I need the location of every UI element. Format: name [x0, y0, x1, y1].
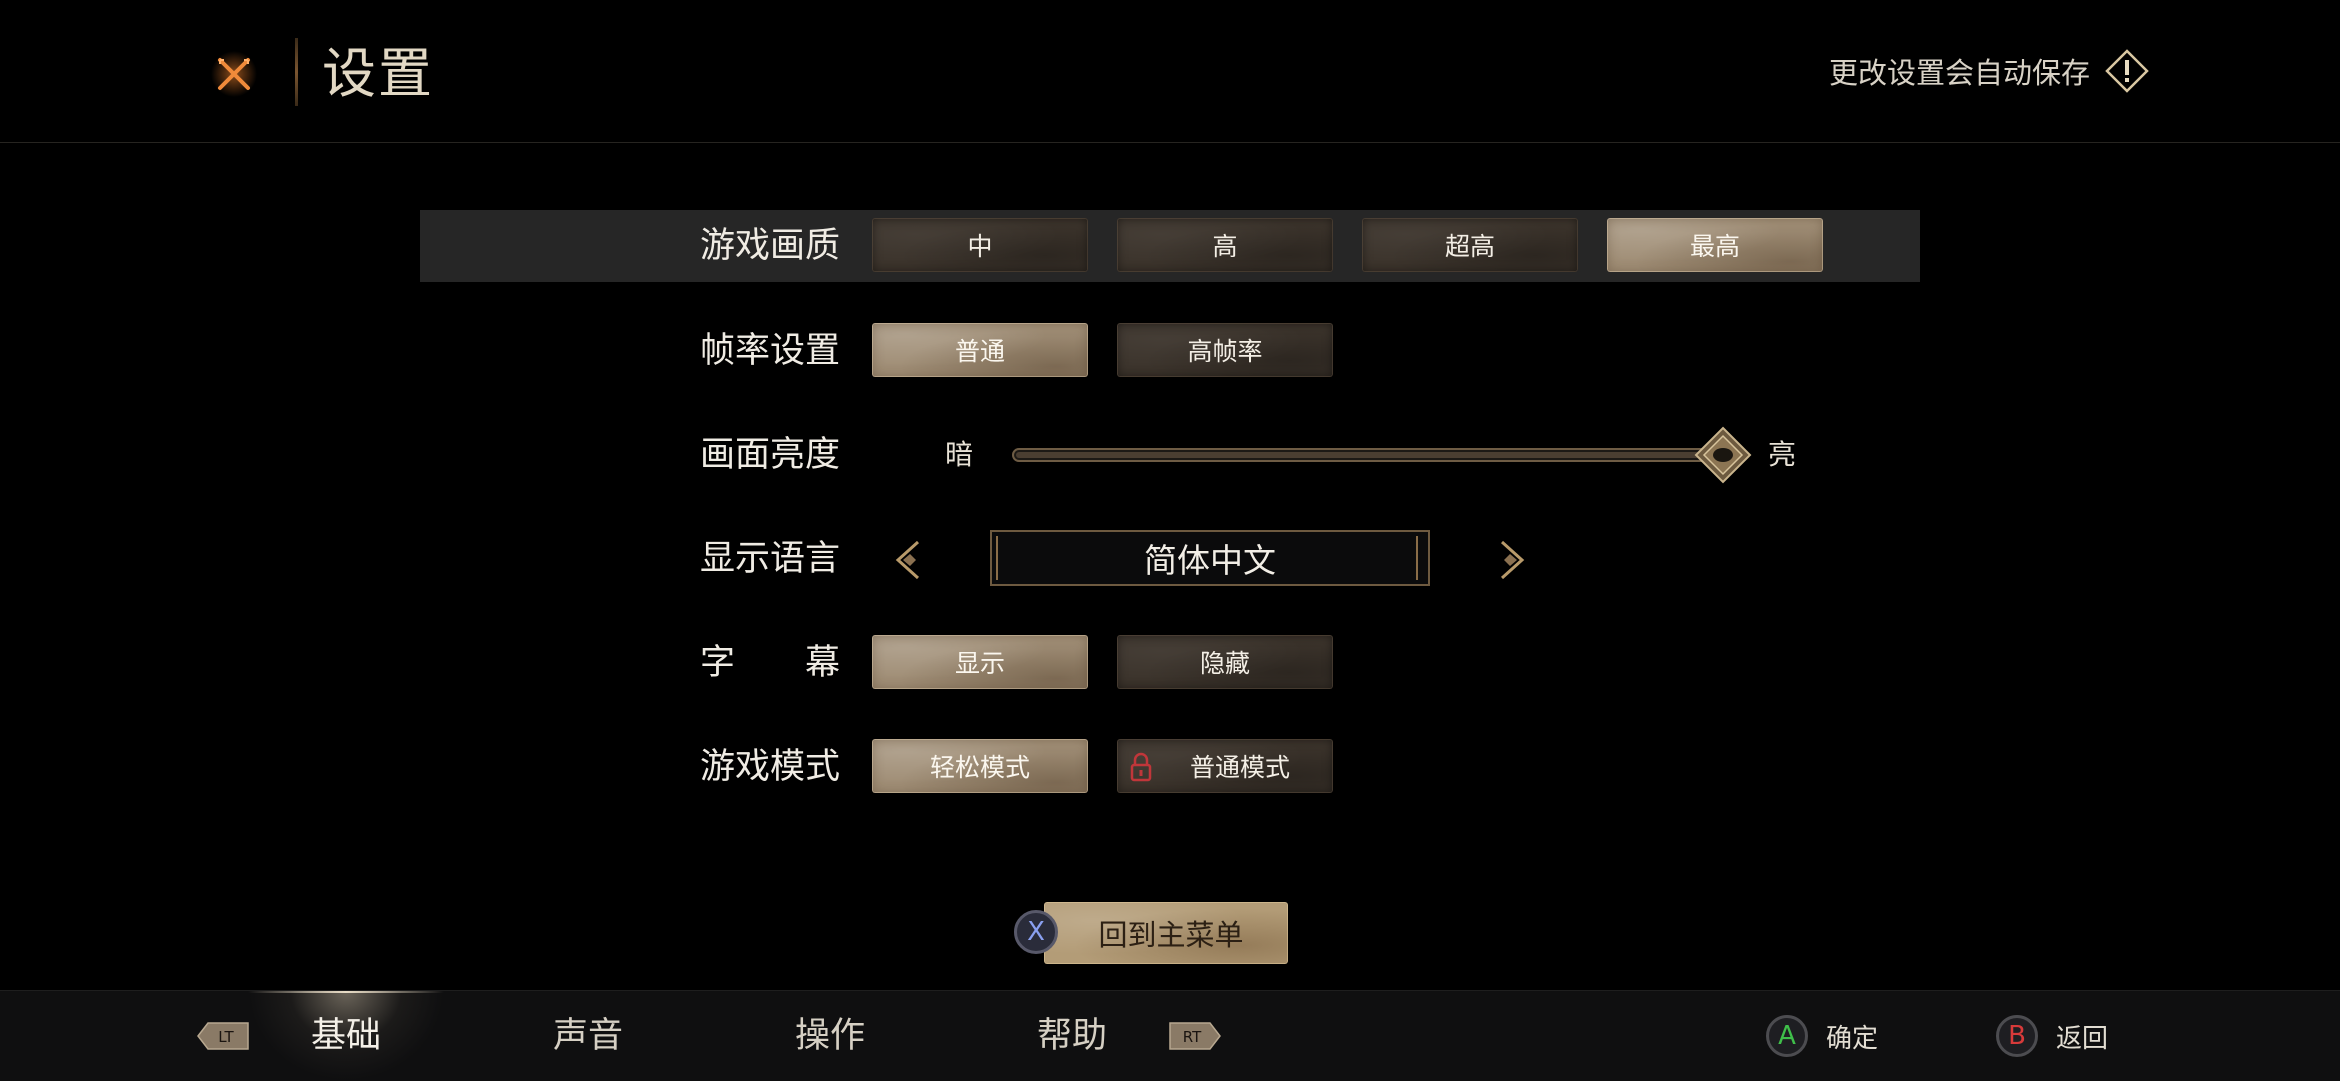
brightness-slider-thumb[interactable] [1694, 426, 1752, 484]
setting-row-subtitles: 字 幕 显示 隐藏 [0, 626, 2340, 700]
subtitles-label-char-1: 字 [700, 643, 736, 683]
game-mode-option-easy[interactable]: 轻松模式 [872, 739, 1088, 793]
framerate-option-high[interactable]: 高帧率 [1117, 323, 1333, 377]
language-value: 简体中文 [990, 530, 1430, 586]
tab-basic[interactable]: 基础 [276, 991, 416, 1081]
b-button-icon: B [1996, 1015, 2038, 1057]
game-mode-option-normal-label: 普通模式 [1189, 753, 1290, 782]
graphics-option-high[interactable]: 高 [1117, 218, 1333, 272]
rt-shoulder-text: RT [1183, 1028, 1202, 1046]
back-hint[interactable]: B 返回 [1996, 1015, 2108, 1057]
chevron-right-icon[interactable] [1492, 538, 1532, 582]
chevron-left-icon[interactable] [888, 538, 928, 582]
header-divider [295, 38, 298, 106]
framerate-option-normal[interactable]: 普通 [872, 323, 1088, 377]
game-mode-option-normal[interactable]: 普通模式 [1117, 739, 1333, 793]
subtitles-option-show[interactable]: 显示 [872, 635, 1088, 689]
bottom-bar: LT 基础 声音 操作 帮助 RT A 确定 B 返回 [0, 990, 2340, 1081]
brightness-slider-track[interactable] [1012, 448, 1734, 462]
lt-shoulder-text: LT [218, 1028, 234, 1046]
framerate-label: 帧率设置 [700, 331, 841, 371]
setting-row-graphics: 游戏画质 中 高 超高 最高 [0, 209, 2340, 283]
setting-row-framerate: 帧率设置 普通 高帧率 [0, 314, 2340, 388]
return-main-menu-background: 回到主菜单 [1044, 902, 1288, 964]
crossed-swords-close-icon [211, 51, 257, 97]
setting-row-brightness: 画面亮度 暗 亮 [0, 418, 2340, 492]
confirm-hint[interactable]: A 确定 [1766, 1015, 1878, 1057]
subtitles-label-char-2: 幕 [804, 643, 840, 683]
brightness-max-label: 亮 [1768, 438, 1797, 471]
page-title: 设置 [322, 42, 434, 105]
setting-row-game-mode: 游戏模式 轻松模式 普通模式 [0, 730, 2340, 804]
graphics-option-medium[interactable]: 中 [872, 218, 1088, 272]
graphics-option-ultra[interactable]: 超高 [1362, 218, 1578, 272]
graphics-label: 游戏画质 [700, 226, 841, 266]
brightness-min-label: 暗 [945, 438, 974, 471]
a-button-icon: A [1766, 1015, 1808, 1057]
lock-icon [1130, 752, 1152, 782]
return-main-menu-button[interactable]: X 回到主菜单 [1014, 900, 1290, 966]
close-button[interactable] [208, 48, 260, 100]
autosave-notice-text: 更改设置会自动保存 [1828, 56, 2090, 90]
autosave-notice: 更改设置会自动保存 [1829, 48, 2150, 94]
language-label: 显示语言 [700, 539, 841, 579]
subtitles-option-hide[interactable]: 隐藏 [1117, 635, 1333, 689]
tab-controls[interactable]: 操作 [760, 991, 900, 1081]
setting-row-language: 显示语言 简体中文 [0, 522, 2340, 596]
diamond-exclamation-icon [2105, 49, 2149, 93]
lt-shoulder-icon[interactable]: LT [196, 1021, 250, 1051]
x-button-icon: X [1014, 910, 1058, 954]
game-mode-label: 游戏模式 [700, 747, 841, 787]
tab-help[interactable]: 帮助 [1002, 991, 1142, 1081]
subtitles-label: 字 幕 [700, 626, 840, 700]
settings-header: 设置 更改设置会自动保存 [0, 0, 2340, 143]
rt-shoulder-icon[interactable]: RT [1168, 1021, 1222, 1051]
graphics-option-max[interactable]: 最高 [1607, 218, 1823, 272]
return-main-menu-label: 回到主菜单 [1098, 918, 1244, 952]
brightness-label: 画面亮度 [700, 435, 841, 475]
back-label: 返回 [2056, 1023, 2109, 1054]
brightness-slider-fill [1016, 452, 1723, 458]
confirm-label: 确定 [1826, 1023, 1879, 1054]
tab-sound[interactable]: 声音 [518, 991, 658, 1081]
